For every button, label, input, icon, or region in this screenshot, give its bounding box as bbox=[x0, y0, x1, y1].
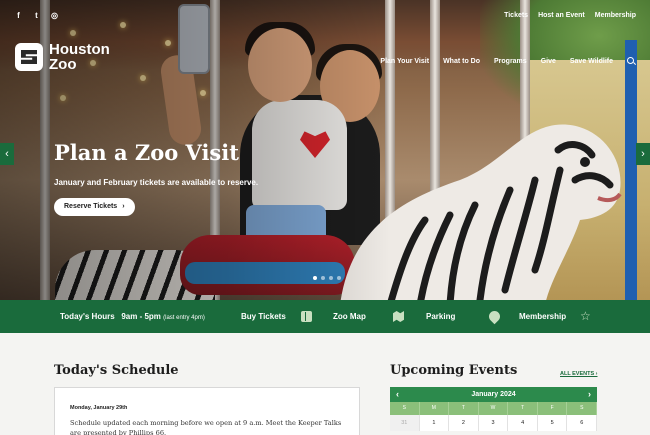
ticket-icon bbox=[301, 311, 312, 322]
twitter-icon[interactable]: t bbox=[32, 11, 41, 20]
membership-link[interactable]: Membership bbox=[519, 300, 566, 333]
calendar-month: January 2024 bbox=[471, 391, 516, 398]
all-events-link[interactable]: ALL EVENTS › bbox=[560, 371, 598, 377]
page: f t ◎ Tickets Host an Event Membership H… bbox=[0, 0, 650, 435]
hero-title: Plan a Zoo Visit bbox=[54, 140, 239, 165]
instagram-icon[interactable]: ◎ bbox=[50, 11, 59, 20]
carousel-dot[interactable] bbox=[321, 276, 325, 280]
hours-value: 9am - 5pm bbox=[121, 312, 161, 321]
calendar-week-row: 31 1 2 3 4 5 6 bbox=[390, 415, 598, 431]
utility-link-membership[interactable]: Membership bbox=[595, 12, 636, 19]
schedule-description: Schedule updated each morning before we … bbox=[70, 419, 342, 435]
carousel-prev-button[interactable]: ‹ bbox=[0, 143, 14, 165]
schedule-card: Monday, January 29th Schedule updated ea… bbox=[54, 387, 360, 435]
carousel-dot[interactable] bbox=[329, 276, 333, 280]
schedule-date: Monday, January 29th bbox=[70, 405, 128, 411]
hero-subtitle: January and February tickets are availab… bbox=[54, 178, 259, 187]
carousel-next-button[interactable]: › bbox=[636, 143, 650, 165]
weekday-label: S bbox=[390, 402, 420, 415]
star-icon: ☆ bbox=[580, 309, 591, 323]
calendar-day[interactable]: 6 bbox=[567, 415, 598, 431]
weekday-label: M bbox=[420, 402, 450, 415]
calendar-day[interactable]: 2 bbox=[449, 415, 479, 431]
map-icon bbox=[393, 311, 404, 322]
reserve-tickets-button[interactable]: Reserve Tickets › bbox=[54, 198, 135, 216]
chevron-right-icon: › bbox=[122, 203, 125, 210]
events-calendar: ‹ January 2024 › S M T W T F S 31 1 2 3 … bbox=[390, 387, 598, 431]
nav-programs[interactable]: Programs bbox=[494, 58, 527, 65]
social-links: f t ◎ bbox=[14, 11, 59, 20]
calendar-prev-button[interactable]: ‹ bbox=[396, 387, 399, 402]
nav-give[interactable]: Give bbox=[541, 58, 556, 65]
location-pin-icon bbox=[486, 308, 503, 325]
search-icon[interactable] bbox=[627, 57, 636, 66]
utility-link-host-event[interactable]: Host an Event bbox=[538, 12, 585, 19]
hours-label: Today's Hours bbox=[60, 312, 115, 321]
nav-save-wildlife[interactable]: Save Wildlife bbox=[570, 58, 613, 65]
quick-info-bar: Today's Hours 9am - 5pm (last entry 4pm)… bbox=[0, 300, 650, 333]
zoo-map-link[interactable]: Zoo Map bbox=[333, 300, 366, 333]
utility-link-tickets[interactable]: Tickets bbox=[504, 12, 528, 19]
carousel-dot[interactable] bbox=[313, 276, 317, 280]
events-heading: Upcoming Events bbox=[390, 363, 518, 378]
utility-nav: Tickets Host an Event Membership bbox=[504, 12, 636, 19]
calendar-day[interactable]: 5 bbox=[538, 415, 568, 431]
carousel-dot[interactable] bbox=[337, 276, 341, 280]
weekday-label: T bbox=[449, 402, 479, 415]
calendar-weekdays: S M T W T F S bbox=[390, 402, 598, 415]
calendar-day[interactable]: 3 bbox=[479, 415, 509, 431]
calendar-day[interactable]: 4 bbox=[508, 415, 538, 431]
calendar-day[interactable]: 31 bbox=[390, 415, 420, 431]
main-nav: Plan Your Visit What to Do Programs Give… bbox=[380, 57, 636, 66]
reserve-tickets-label: Reserve Tickets bbox=[64, 203, 118, 210]
nav-what-to-do[interactable]: What to Do bbox=[443, 58, 480, 65]
hours-note: (last entry 4pm) bbox=[163, 315, 205, 321]
facebook-icon[interactable]: f bbox=[14, 11, 23, 20]
weekday-label: W bbox=[479, 402, 509, 415]
calendar-day[interactable]: 1 bbox=[420, 415, 450, 431]
nav-plan-your-visit[interactable]: Plan Your Visit bbox=[380, 58, 429, 65]
weekday-label: T bbox=[508, 402, 538, 415]
buy-tickets-link[interactable]: Buy Tickets bbox=[241, 300, 286, 333]
site-logo[interactable]: Houston Zoo bbox=[15, 42, 110, 72]
todays-hours: Today's Hours 9am - 5pm (last entry 4pm) bbox=[60, 300, 205, 333]
calendar-header: ‹ January 2024 › bbox=[390, 387, 597, 402]
carousel-dots bbox=[313, 276, 341, 280]
parking-link[interactable]: Parking bbox=[426, 300, 455, 333]
weekday-label: F bbox=[538, 402, 568, 415]
weekday-label: S bbox=[567, 402, 598, 415]
logo-wordmark: Houston Zoo bbox=[49, 41, 110, 73]
calendar-next-button[interactable]: › bbox=[588, 387, 591, 402]
logo-mark-icon bbox=[15, 43, 43, 71]
schedule-heading: Today's Schedule bbox=[54, 363, 179, 378]
